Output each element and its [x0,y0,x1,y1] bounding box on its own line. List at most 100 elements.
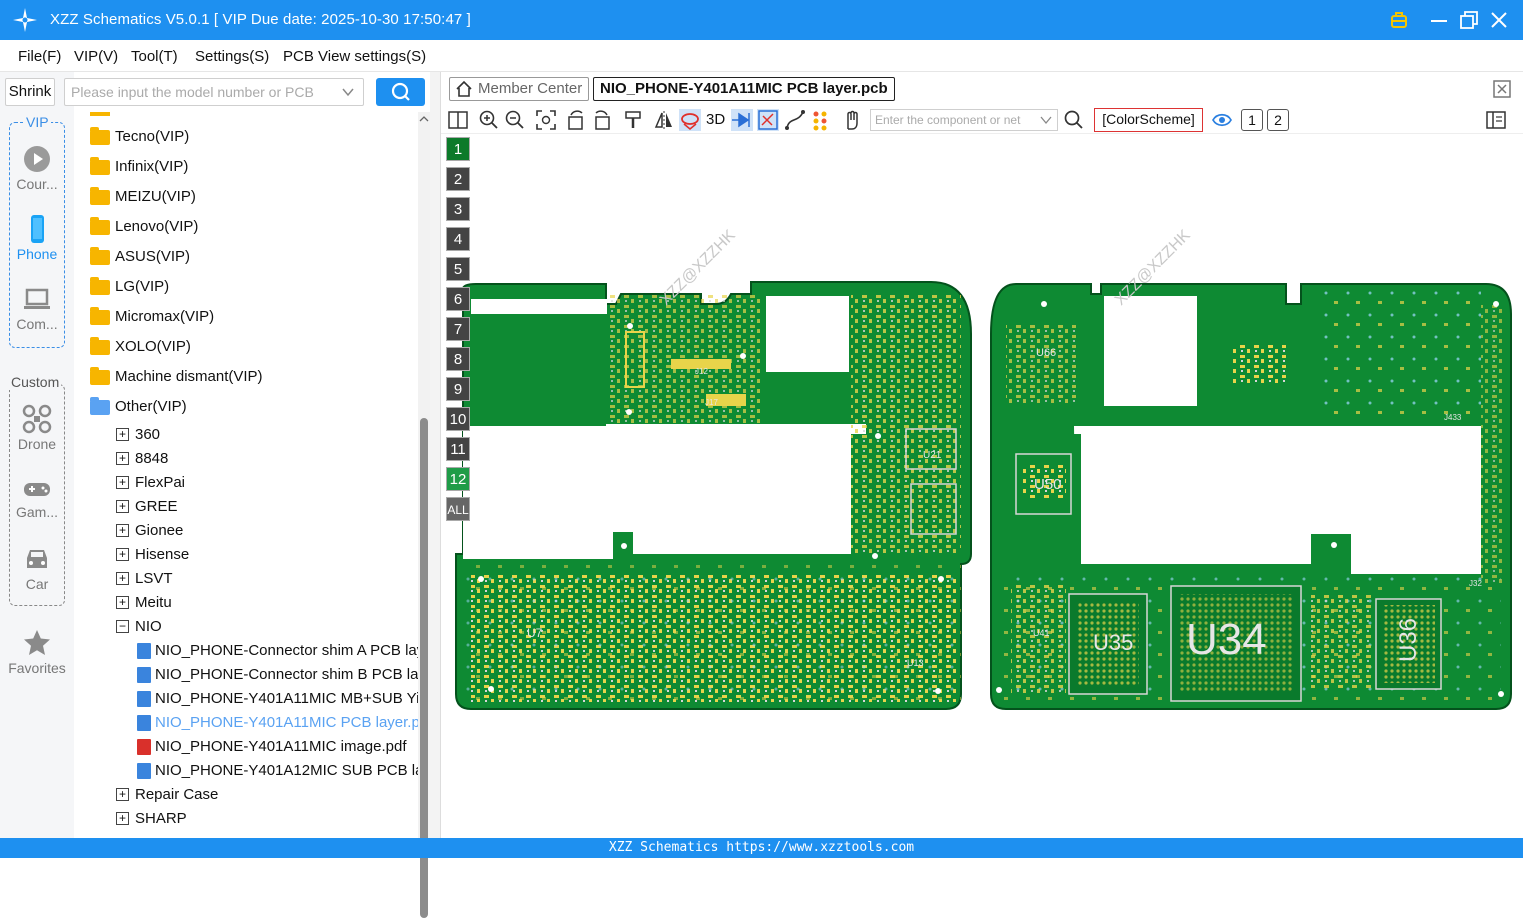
split-view-icon[interactable] [447,109,469,131]
fit-view-icon[interactable] [535,109,557,131]
3d-view-button[interactable]: 3D [706,109,732,131]
rotate-right-icon[interactable] [591,109,613,131]
scroll-up-icon[interactable] [418,114,430,124]
tree-subfolder[interactable]: + Meitu [74,594,414,614]
expand-plus-icon[interactable]: + [116,548,129,561]
tree-folder[interactable]: Infinix(VIP) [74,157,414,178]
layer-7-button[interactable]: 7 [446,317,470,341]
pcb-board-drawing[interactable]: XZZ@XZZHK XZZ@XZZHK U66 U50 U35 U34 U36 … [441,134,1523,838]
panel-splitter[interactable] [430,72,441,838]
expand-plus-icon[interactable]: + [116,596,129,609]
expand-plus-icon[interactable]: + [116,452,129,465]
tree-subfolder[interactable]: + GREE [74,498,414,518]
sidebar-item-computer[interactable]: Com... [4,284,70,332]
shrink-button[interactable]: Shrink [5,78,55,106]
tree-subfolder[interactable]: +8848 [74,450,414,470]
tree-folder-selected[interactable]: Other(VIP) [74,397,414,418]
layer-all-button[interactable]: ALL [446,497,470,521]
tab-active-pcb[interactable]: NIO_PHONE-Y401A11MIC PCB layer.pcb [593,77,895,101]
zoom-out-icon[interactable] [504,109,526,131]
page-2-button[interactable]: 2 [1267,109,1289,131]
zoom-in-icon[interactable] [478,109,500,131]
chevron-down-icon[interactable] [1040,115,1052,125]
layer-3-button[interactable]: 3 [446,197,470,221]
sidebar-item-car[interactable]: Car [4,544,70,592]
expand-plus-icon[interactable]: + [116,812,129,825]
pcb-canvas[interactable]: XZZ@XZZHK XZZ@XZZHK U66 U50 U35 U34 U36 … [441,134,1523,838]
expand-plus-icon[interactable]: + [116,524,129,537]
vip-badge-icon[interactable] [1387,8,1411,32]
layer-12-button[interactable]: 12 [446,467,470,491]
hand-pan-icon[interactable] [841,109,863,131]
color-dots-icon[interactable] [810,109,832,131]
layer-9-button[interactable]: 9 [446,377,470,401]
tree-folder[interactable]: Tecno(VIP) [74,127,414,148]
layer-11-button[interactable]: 11 [446,437,470,461]
close-tab-icon[interactable] [1492,79,1512,99]
tree-folder[interactable]: + Repair Case [74,786,414,806]
expand-plus-icon[interactable]: + [116,788,129,801]
layer-8-button[interactable]: 8 [446,347,470,371]
tree-folder[interactable]: Machine dismant(VIP) [74,367,414,388]
tree-file-active[interactable]: NIO_PHONE-Y401A11MIC PCB layer.pcb [74,714,418,734]
tree-folder[interactable]: MEIZU(VIP) [74,187,414,208]
expand-plus-icon[interactable]: + [116,572,129,585]
component-search-input[interactable]: Enter the component or net [870,109,1058,131]
tree-file[interactable]: NIO_PHONE-Connector shim B PCB layer.pcb [74,666,418,686]
tree-subfolder[interactable]: + Hisense [74,546,414,566]
tree-subfolder[interactable]: +360 [74,426,414,446]
search-button[interactable] [376,78,425,106]
sidebar-item-games[interactable]: Gam... [4,476,70,520]
model-search-input[interactable] [71,82,331,102]
layer-6-button[interactable]: 6 [446,287,470,311]
tree-subfolder-expanded[interactable]: − NIO [74,618,414,638]
tree-folder[interactable]: Lenovo(VIP) [74,217,414,238]
mirror-flip-icon[interactable] [653,109,675,131]
layer-1-button[interactable]: 1 [446,137,470,161]
layer-5-button[interactable]: 5 [446,257,470,281]
menu-tool[interactable]: Tool(T) [131,48,178,65]
expand-plus-icon[interactable]: + [116,428,129,441]
restore-icon[interactable] [1457,8,1481,32]
model-search-box[interactable] [64,78,364,106]
layer-4-button[interactable]: 4 [446,227,470,251]
tab-member-center[interactable]: Member Center [449,77,590,101]
tree-folder[interactable]: LG(VIP) [74,277,414,298]
tree-file[interactable]: NIO_PHONE-Y401A11MIC image.pdf [74,738,418,758]
trace-route-icon[interactable] [784,109,806,131]
eye-icon[interactable] [1211,109,1233,131]
paint-brush-icon[interactable] [622,109,644,131]
sidebar-item-drone[interactable]: Drone [4,404,70,452]
net-highlight-icon[interactable] [679,109,701,131]
tree-file[interactable]: NIO_PHONE-Connector shim A PCB layer.pcb [74,642,418,662]
tree-folder[interactable]: ASUS(VIP) [74,247,414,268]
tree-scrollbar[interactable] [418,112,430,918]
menu-pcb-view-settings[interactable]: PCB View settings(S) [283,48,426,65]
sidebar-item-courses[interactable]: Cour... [4,144,70,192]
tree-folder[interactable]: Micromax(VIP) [74,307,414,328]
rotate-left-icon[interactable] [565,109,587,131]
close-icon[interactable] [1487,8,1511,32]
layer-2-button[interactable]: 2 [446,167,470,191]
expand-plus-icon[interactable]: + [116,500,129,513]
expand-plus-icon[interactable]: + [116,476,129,489]
layer-10-button[interactable]: 10 [446,407,470,431]
tree-folder[interactable]: + SHARP [74,810,414,830]
tree-folder[interactable]: XOLO(VIP) [74,337,414,358]
pin-select-icon[interactable] [731,109,753,131]
minimize-icon[interactable] [1427,8,1451,32]
tree-subfolder[interactable]: + Gionee [74,522,414,542]
chevron-down-icon[interactable] [341,85,355,99]
tree-file[interactable]: NIO_PHONE-Y401A11MIC MB+SUB YiDong.pcb [74,690,418,710]
collapse-minus-icon[interactable]: − [116,620,129,633]
menu-file[interactable]: File(F) [18,48,61,65]
menu-vip[interactable]: VIP(V) [74,48,118,65]
component-search-icon[interactable] [1063,109,1085,131]
tree-file[interactable]: NIO_PHONE-Y401A12MIC SUB PCB layer.pcb [74,762,418,782]
tree-subfolder[interactable]: + FlexPai [74,474,414,494]
sidebar-item-phone[interactable]: Phone [4,214,70,262]
board-select-icon[interactable] [757,109,779,131]
tree-subfolder[interactable]: + LSVT [74,570,414,590]
menu-settings[interactable]: Settings(S) [195,48,269,65]
side-panel-toggle-icon[interactable] [1485,109,1507,131]
